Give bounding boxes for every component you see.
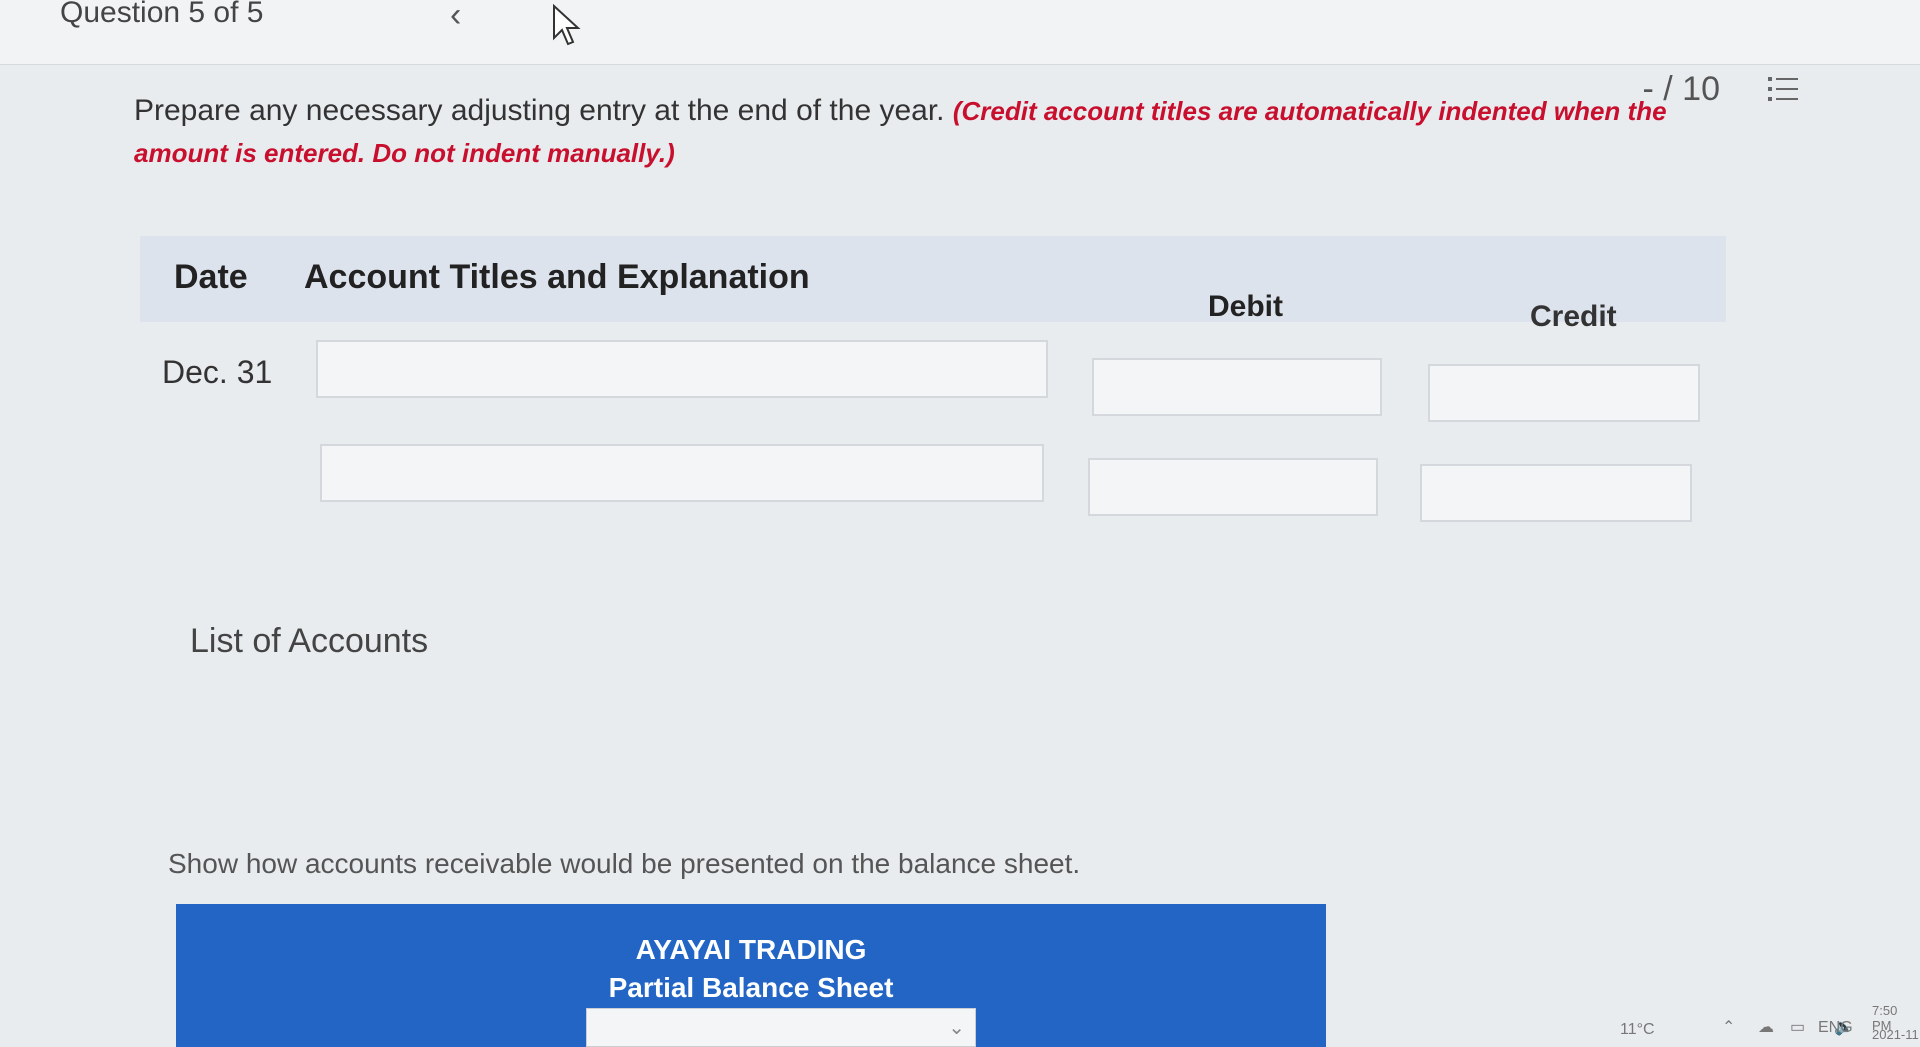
- top-bar: Question 5 of 5 ‹: [0, 0, 1920, 65]
- header-date: Date: [174, 258, 248, 296]
- chevron-down-icon: ⌄: [948, 1017, 965, 1039]
- statement-date-select[interactable]: ⌄: [586, 1008, 976, 1047]
- header-credit: Credit: [1530, 300, 1617, 333]
- clock-date: 2021-11: [1872, 1027, 1919, 1042]
- company-name: AYAYAI TRADING: [635, 934, 867, 965]
- cloud-icon: ☁: [1758, 1019, 1774, 1036]
- row-1-credit-input[interactable]: [1428, 364, 1700, 422]
- row-1-debit-input[interactable]: [1092, 358, 1382, 416]
- system-tray: 11°C ⌃ ☁ ▭ 🔈 ENG 7:50 PM 2021-11: [1500, 1003, 1920, 1047]
- row-2-debit-input[interactable]: [1088, 458, 1378, 516]
- header-debit: Debit: [1208, 290, 1283, 323]
- row-2-credit-input[interactable]: [1420, 464, 1692, 522]
- previous-question-button[interactable]: ‹: [450, 0, 461, 35]
- journal-entry-table: Date Account Titles and Explanation Debi…: [140, 236, 1726, 556]
- row-1-account-input[interactable]: [316, 340, 1048, 398]
- row-1-date: Dec. 31: [162, 354, 273, 390]
- list-icon[interactable]: [1766, 72, 1800, 111]
- temperature: 11°C: [1620, 1021, 1655, 1038]
- journal-table-header: Date Account Titles and Explanation Debi…: [140, 236, 1726, 333]
- header-account-titles: Account Titles and Explanation: [304, 258, 810, 296]
- mouse-pointer-icon: [552, 3, 584, 53]
- row-2-account-input[interactable]: [320, 444, 1044, 502]
- language[interactable]: ENG: [1818, 1019, 1853, 1037]
- statement-title: Partial Balance Sheet: [608, 972, 894, 1003]
- question-label: Question 5 of 5: [60, 0, 264, 29]
- chevron-up-icon[interactable]: ⌃: [1722, 1017, 1735, 1037]
- list-of-accounts-link[interactable]: List of Accounts: [190, 622, 428, 661]
- instructions-main: Prepare any necessary adjusting entry at…: [134, 94, 945, 127]
- partial-balance-sheet-header: AYAYAI TRADING Partial Balance Sheet ⌄: [176, 904, 1326, 1047]
- network-icon[interactable]: ▭: [1790, 1017, 1805, 1037]
- balance-sheet-prompt: Show how accounts receivable would be pr…: [168, 848, 1081, 879]
- instructions: Prepare any necessary adjusting entry at…: [134, 90, 1734, 174]
